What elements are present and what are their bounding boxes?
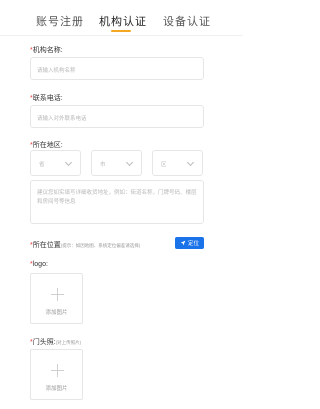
logo-upload-text: 添加图片	[45, 310, 68, 316]
district-select[interactable]: 区	[152, 150, 203, 176]
storefront-upload-button[interactable]: 添加图片	[30, 349, 83, 400]
active-tab-indicator	[111, 30, 131, 32]
logo-upload-button[interactable]: 添加图片	[30, 273, 83, 324]
phone-label: *联系电话:	[30, 95, 63, 102]
location-arrow-icon	[180, 240, 186, 246]
tab-account-register[interactable]: 账号注册	[36, 13, 84, 29]
province-select[interactable]: 省	[30, 150, 81, 176]
plus-icon	[51, 364, 64, 377]
city-select[interactable]: 市	[91, 150, 142, 176]
tab-org-certification[interactable]: 机构认证	[99, 13, 147, 29]
phone-input[interactable]: 请输入对外联系电话	[30, 105, 204, 128]
region-label: *所在地区:	[30, 142, 63, 149]
chevron-down-icon	[125, 158, 134, 167]
storefront-hint: (对上传照片)	[55, 340, 82, 345]
tab-bar: 账号注册 机构认证 设备认证	[0, 0, 243, 36]
address-textarea[interactable]: 建议您如实填写详细收货地址，例如：街道名称，门牌号码、楼层和房间号等信息	[30, 180, 204, 224]
org-name-label: *机构名称:	[30, 47, 63, 54]
address-placeholder: 建议您如实填写详细收货地址，例如：街道名称，门牌号码、楼层和房间号等信息	[37, 190, 197, 205]
location-hint: (提示：如因地图、系统定位偏差请选择)	[60, 243, 141, 248]
locate-button[interactable]: 定位	[175, 237, 204, 249]
storefront-upload-text: 添加图片	[45, 386, 68, 392]
storefront-label: *门头照:(对上传照片)	[30, 339, 82, 346]
phone-placeholder: 请输入对外联系电话	[37, 116, 87, 122]
tab-device-certification[interactable]: 设备认证	[163, 13, 211, 29]
org-name-placeholder: 请输入机构名称	[37, 68, 76, 74]
chevron-down-icon	[64, 158, 73, 167]
location-label: *所在位置(提示：如因地图、系统定位偏差请选择)	[30, 242, 141, 249]
chevron-down-icon	[186, 158, 195, 167]
org-name-input[interactable]: 请输入机构名称	[30, 57, 204, 80]
plus-icon	[51, 288, 64, 301]
logo-label: *logo:	[30, 261, 48, 268]
